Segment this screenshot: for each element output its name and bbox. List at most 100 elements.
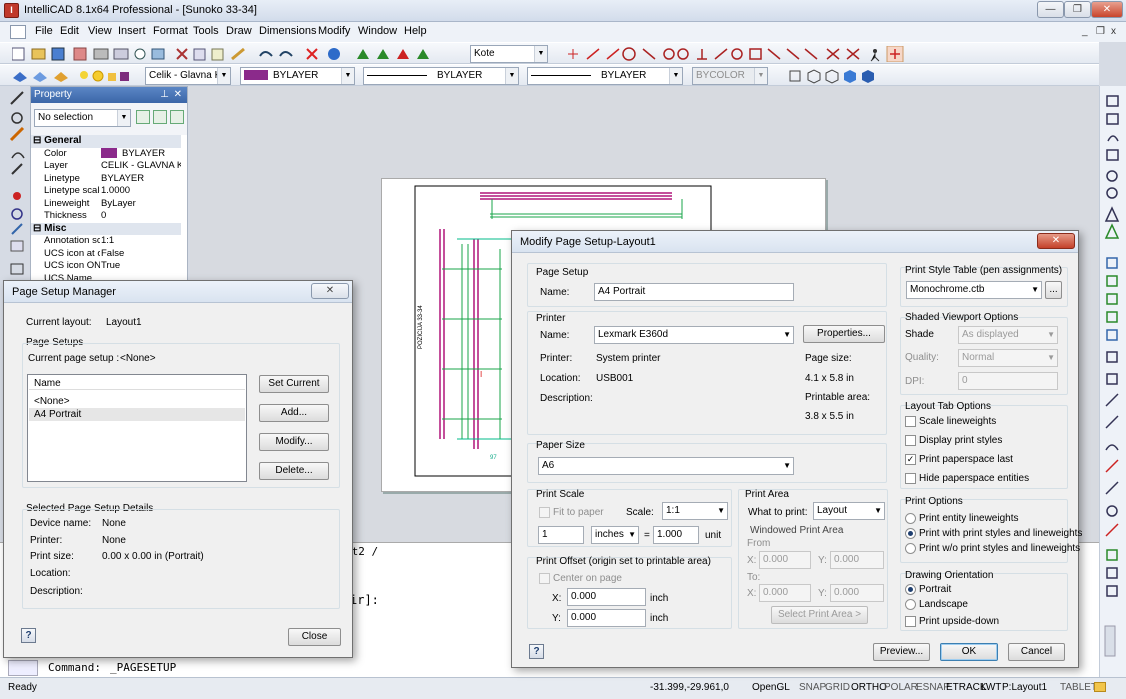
list-item[interactable]: A4 Portrait	[29, 408, 245, 421]
draw-toolbar-icons[interactable]	[565, 46, 905, 62]
mdi-restore[interactable]: ❐	[1096, 26, 1105, 37]
add-button[interactable]: Add...	[259, 404, 329, 422]
offset-y-input[interactable]: 0.000	[567, 609, 646, 627]
status-grid[interactable]: GRID	[825, 682, 850, 693]
property-row[interactable]: Thickness 0	[31, 210, 181, 223]
delete-button[interactable]: Delete...	[259, 462, 329, 480]
list-header[interactable]: Name	[29, 377, 245, 390]
standard-toolbar-icons[interactable]	[12, 46, 472, 62]
print-with-styles-radio[interactable]	[905, 528, 916, 539]
mdi-close[interactable]: x	[1111, 26, 1116, 37]
view-toolbar-icons[interactable]	[788, 68, 878, 84]
quick-select-icon[interactable]	[170, 110, 184, 124]
from-x-input[interactable]: 0.000	[759, 551, 811, 569]
status-tablet[interactable]: TABLET	[1060, 682, 1097, 693]
status-esnap[interactable]: ESNAP	[916, 682, 950, 693]
menu-edit[interactable]: Edit	[60, 25, 79, 37]
minimize-button[interactable]: —	[1037, 1, 1064, 18]
shade-select[interactable]: As displayed ▼	[958, 326, 1058, 344]
hide-paperspace-entities-checkbox[interactable]	[905, 473, 916, 484]
from-y-input[interactable]: 0.000	[830, 551, 884, 569]
what-to-print-select[interactable]: Layout ▼	[813, 502, 885, 520]
print-style-browse-button[interactable]: ...	[1045, 281, 1062, 299]
quality-select[interactable]: Normal ▼	[958, 349, 1058, 367]
menu-format[interactable]: Format	[153, 25, 188, 37]
command-input[interactable]: _PAGESETUP	[110, 661, 176, 674]
to-x-input[interactable]: 0.000	[759, 584, 811, 602]
pin-icon[interactable]: ⊥	[160, 87, 169, 103]
selection-combo[interactable]: No selection ▼	[34, 109, 131, 127]
select-objects-icon[interactable]	[153, 110, 167, 124]
status-ortho[interactable]: ORTHO	[851, 682, 887, 693]
menu-dimensions[interactable]: Dimensions	[259, 25, 316, 37]
plotstyle-combo[interactable]: BYCOLOR ▼	[692, 67, 768, 85]
menu-file[interactable]: File	[35, 25, 53, 37]
units-select[interactable]: inches ▼	[591, 526, 639, 544]
menu-tools[interactable]: Tools	[193, 25, 219, 37]
menu-draw[interactable]: Draw	[226, 25, 252, 37]
property-row[interactable]: UCS icon at o False	[31, 248, 181, 261]
upside-down-checkbox[interactable]	[905, 616, 916, 627]
cancel-button[interactable]: Cancel	[1008, 643, 1065, 661]
modify-button[interactable]: Modify...	[259, 433, 329, 451]
layer-toolbar-icons[interactable]	[12, 68, 132, 84]
left-tool-icons[interactable]	[8, 86, 28, 286]
preview-button[interactable]: Preview...	[873, 643, 930, 661]
lineweight-combo[interactable]: BYLAYER ▼	[527, 67, 683, 85]
psm-close-button[interactable]: Close	[288, 628, 341, 646]
property-category-general[interactable]: ⊟ General	[31, 135, 181, 148]
print-style-select[interactable]: Monochrome.ctb ▼	[906, 281, 1042, 299]
psm-help-button[interactable]: ?	[21, 628, 36, 643]
layer-combo[interactable]: Celik - Glavna Kja ▼	[145, 67, 231, 85]
scale-paper-units-input[interactable]: 1	[538, 526, 584, 544]
status-opengl[interactable]: OpenGL	[752, 682, 790, 693]
scale-drawing-units-input[interactable]: 1.000	[653, 526, 699, 544]
scale-select[interactable]: 1:1 ▼	[662, 502, 728, 520]
close-button[interactable]: ✕	[1091, 1, 1123, 18]
property-row[interactable]: Annotation sc 1:1	[31, 235, 181, 248]
landscape-radio[interactable]	[905, 599, 916, 610]
property-row[interactable]: Linetype scale 1.0000	[31, 185, 181, 198]
property-row[interactable]: Linetype BYLAYER	[31, 173, 181, 186]
status-layout[interactable]: P:Layout1	[1002, 682, 1047, 693]
property-row[interactable]: Color BYLAYER	[31, 148, 181, 161]
set-current-button[interactable]: Set Current	[259, 375, 329, 393]
property-category-misc[interactable]: ⊟ Misc	[31, 222, 181, 235]
menu-help[interactable]: Help	[404, 25, 427, 37]
right-tool-icons[interactable]	[1100, 86, 1126, 677]
select-print-area-button[interactable]: Select Print Area >	[771, 606, 868, 624]
mps-close-x-button[interactable]: ✕	[1037, 233, 1075, 249]
color-combo[interactable]: BYLAYER ▼	[240, 67, 355, 85]
status-polar[interactable]: POLAR	[884, 682, 918, 693]
ok-button[interactable]: OK	[940, 643, 998, 661]
property-row[interactable]: Lineweight ByLayer	[31, 198, 181, 211]
printer-name-select[interactable]: Lexmark E360d ▼	[594, 326, 794, 344]
print-without-styles-radio[interactable]	[905, 543, 916, 554]
add-selection-icon[interactable]	[136, 110, 150, 124]
fit-to-paper-checkbox[interactable]	[539, 507, 550, 518]
property-row[interactable]: UCS icon ON True	[31, 260, 181, 273]
restore-button[interactable]: ❐	[1064, 1, 1091, 18]
print-entity-lineweights-radio[interactable]	[905, 513, 916, 524]
portrait-radio[interactable]	[905, 584, 916, 595]
property-row[interactable]: LayerCELIK - GLAVNA KJA	[31, 160, 181, 173]
offset-x-input[interactable]: 0.000	[567, 588, 646, 606]
linetype-combo[interactable]: BYLAYER ▼	[363, 67, 519, 85]
print-paperspace-last-checkbox[interactable]: ✓	[905, 454, 916, 465]
page-setup-list[interactable]: Name <None> A4 Portrait	[27, 374, 247, 482]
list-item[interactable]: <None>	[29, 395, 245, 408]
paper-size-select[interactable]: A6 ▼	[538, 457, 794, 475]
scale-lineweights-checkbox[interactable]	[905, 416, 916, 427]
display-print-styles-checkbox[interactable]	[905, 435, 916, 446]
command-icon[interactable]	[8, 660, 38, 676]
psm-close-x-button[interactable]: ✕	[311, 283, 349, 299]
dpi-input[interactable]: 0	[958, 372, 1058, 390]
mdi-minimize[interactable]: _	[1082, 26, 1088, 37]
center-on-page-checkbox[interactable]	[539, 573, 550, 584]
app-icon[interactable]: I	[4, 3, 19, 18]
panel-close-icon[interactable]: ✕	[174, 87, 182, 103]
menu-modify[interactable]: Modify	[318, 25, 350, 37]
to-y-input[interactable]: 0.000	[830, 584, 884, 602]
properties-button[interactable]: Properties...	[803, 325, 885, 343]
dimstyle-combo[interactable]: Kote ▼	[470, 45, 548, 63]
